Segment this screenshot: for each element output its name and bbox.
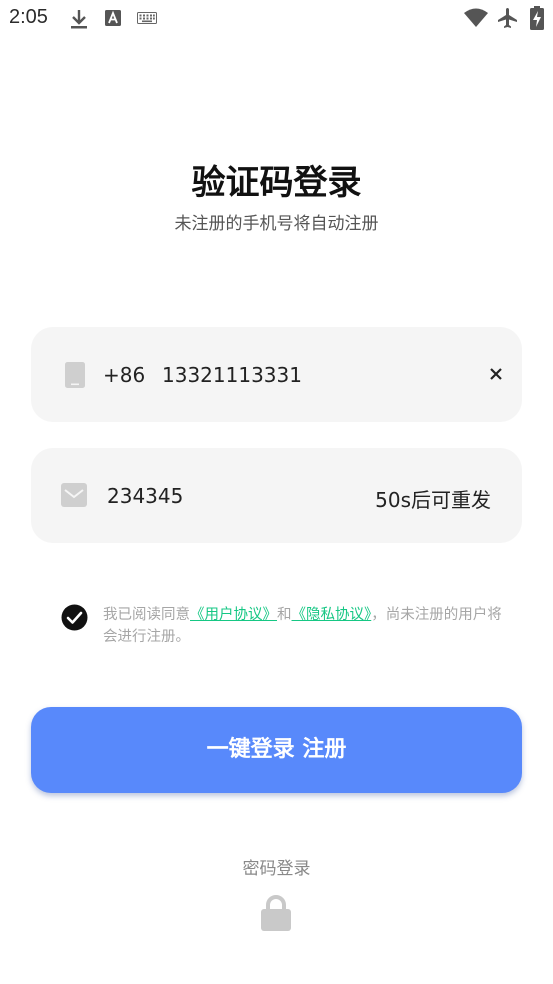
- wifi-icon: [464, 8, 488, 27]
- keyboard-icon: [137, 12, 157, 24]
- font-icon: [105, 10, 121, 26]
- country-code[interactable]: +86: [103, 363, 145, 387]
- page-title: 验证码登录: [191, 163, 362, 203]
- code-input[interactable]: 234345: [107, 484, 183, 508]
- lock-icon[interactable]: [259, 894, 293, 932]
- password-login-link[interactable]: 密码登录: [0, 854, 553, 879]
- status-bar: 2:05: [0, 0, 553, 38]
- code-field[interactable]: 234345 50s后可重发: [31, 448, 522, 543]
- login-register-button[interactable]: 一键登录 注册: [31, 707, 522, 793]
- agreement-and: 和: [277, 607, 292, 623]
- mail-icon: [61, 483, 87, 507]
- agreement-checkbox[interactable]: [61, 604, 88, 631]
- privacy-agreement-link[interactable]: 《隐私协议》: [292, 607, 372, 623]
- phone-field[interactable]: +86 13321113331: [31, 327, 522, 422]
- phone-icon: [65, 362, 85, 388]
- close-icon[interactable]: [483, 361, 509, 387]
- agreement-text: 我已阅读同意《用户协议》和《隐私协议》，尚未注册的用户将会进行注册。: [103, 604, 503, 648]
- login-screen: 2:05 验证码登录 未注册的手机号将自动注册 +86 13321113331 …: [0, 0, 553, 984]
- page-subtitle: 未注册的手机号将自动注册: [174, 214, 379, 234]
- download-icon: [71, 10, 87, 29]
- status-time: 2:05: [9, 6, 48, 28]
- airplane-icon: [498, 8, 517, 28]
- phone-input[interactable]: 13321113331: [162, 363, 302, 387]
- user-agreement-link[interactable]: 《用户协议》: [190, 607, 277, 623]
- resend-countdown[interactable]: 50s后可重发: [375, 484, 491, 513]
- agreement-prefix: 我已阅读同意: [103, 607, 190, 623]
- battery-charging-icon: [530, 6, 544, 30]
